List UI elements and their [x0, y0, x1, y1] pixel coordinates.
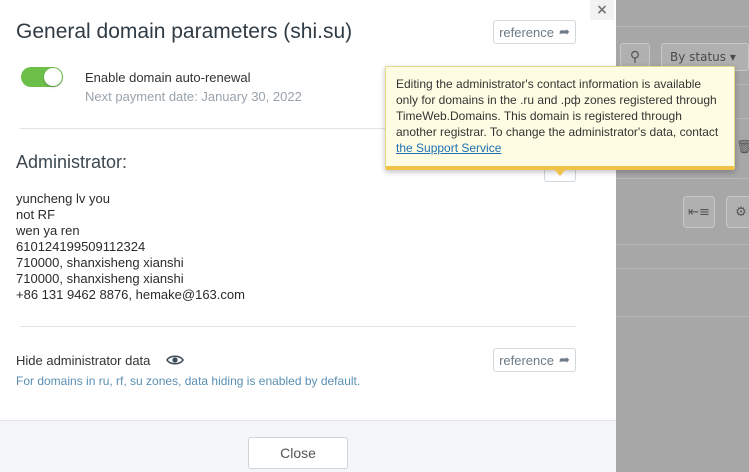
auto-renewal-toggle[interactable] [21, 67, 63, 87]
close-button[interactable]: Close [248, 437, 348, 469]
admin-line: 710000, shanxisheng xianshi [16, 271, 184, 286]
trash-icon[interactable]: 🗑 [736, 140, 749, 155]
reference-label: reference [499, 24, 554, 40]
hide-data-note: For domains in ru, rf, su zones, data hi… [16, 374, 361, 388]
modal-title: General domain parameters (shi.su) [16, 20, 353, 43]
indent-icon[interactable]: ⇤≡ [683, 196, 715, 228]
status-filter-label: By status [670, 50, 727, 64]
share-arrow-icon: ➦ [559, 352, 570, 367]
admin-line: +86 131 9462 8876, hemake@163.com [16, 287, 245, 302]
administrator-heading: Administrator: [16, 152, 128, 172]
close-icon[interactable]: × [590, 0, 614, 20]
admin-line: not RF [16, 207, 56, 222]
admin-line: wen ya ren [16, 223, 80, 238]
admin-line: yuncheng lv you [16, 191, 110, 206]
next-payment-date: Next payment date: January 30, 2022 [85, 89, 302, 104]
admin-edit-tooltip: Editing the administrator's contact info… [385, 66, 735, 170]
hide-admin-data-label: Hide administrator data [16, 353, 151, 368]
auto-renewal-label: Enable domain auto-renewal [85, 70, 251, 85]
reference-button-hide[interactable]: reference ➦ [493, 348, 576, 372]
support-service-link[interactable]: the Support Service [396, 141, 501, 155]
gear-icon[interactable]: ⚙ [726, 196, 749, 228]
administrator-details: yuncheng lv you not RF wen ya ren 610124… [16, 191, 245, 303]
reference-label: reference [499, 352, 554, 368]
reference-button[interactable]: reference ➦ [493, 20, 576, 44]
divider [20, 326, 576, 327]
share-arrow-icon: ➦ [559, 24, 570, 39]
admin-line: 610124199509112324 [16, 239, 146, 254]
tooltip-arrow [553, 168, 567, 176]
eye-icon[interactable] [166, 353, 184, 367]
admin-line: 710000, shanxisheng xianshi [16, 255, 184, 270]
tooltip-text: Editing the administrator's contact info… [396, 77, 719, 139]
